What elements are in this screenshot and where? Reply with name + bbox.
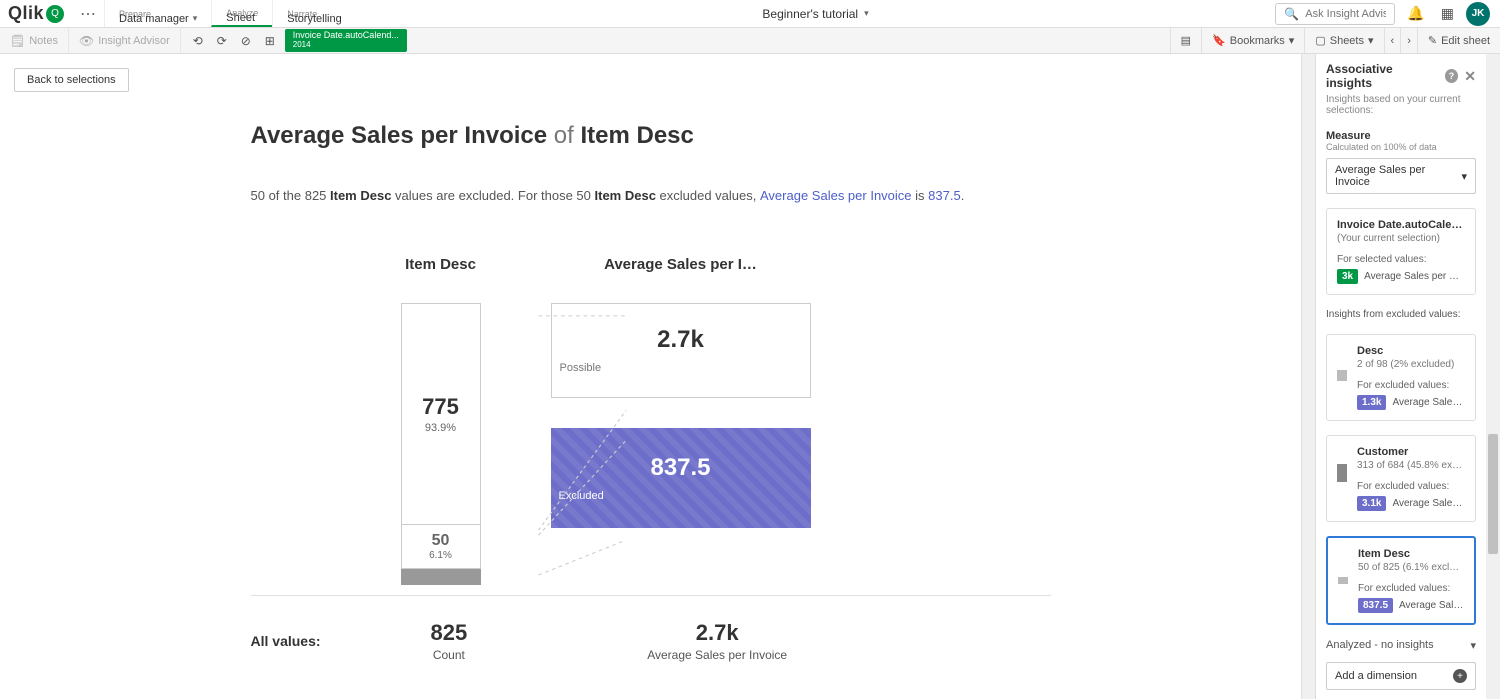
- value-badge: 3k: [1337, 269, 1358, 284]
- insight-card-desc[interactable]: Desc 2 of 98 (2% excluded) For excluded …: [1326, 334, 1476, 421]
- nav-tabs: Prepare Data manager▾ Analyze Sheet Narr…: [104, 0, 356, 27]
- topbar: Qlik Q ⋯ Prepare Data manager▾ Analyze S…: [0, 0, 1500, 28]
- selections-tool-icon[interactable]: ▤: [1170, 28, 1201, 53]
- dimension-bar: 775 93.9% 50 6.1%: [401, 303, 481, 569]
- main-scrollbar[interactable]: [1301, 54, 1315, 699]
- main-content: Back to selections Average Sales per Inv…: [0, 54, 1301, 699]
- smart-search-icon[interactable]: ⊞: [261, 32, 279, 50]
- note-icon: 🗒: [10, 34, 25, 48]
- divider: [251, 595, 1051, 596]
- prev-sheet-button[interactable]: ‹: [1384, 28, 1401, 53]
- search-icon: 🔍: [1284, 7, 1299, 21]
- panel-scrollbar[interactable]: [1486, 54, 1500, 699]
- col-head-measure: Average Sales per I…: [551, 256, 811, 273]
- current-selection-card[interactable]: Invoice Date.autoCalen… (Your current se…: [1326, 208, 1476, 295]
- insight-card-customer[interactable]: Customer 313 of 684 (45.8% exclud… For e…: [1326, 435, 1476, 522]
- eye-icon: 👁: [79, 34, 94, 48]
- excluded-value-box[interactable]: 837.5 Excluded: [551, 428, 811, 528]
- panel-subtitle: Insights based on your current selection…: [1326, 94, 1476, 116]
- bell-icon[interactable]: 🔔: [1403, 1, 1428, 26]
- measure-sublabel: Calculated on 100% of data: [1326, 142, 1476, 152]
- pencil-icon: ✎: [1428, 34, 1437, 47]
- logo-icon: Q: [46, 5, 64, 23]
- possible-value-box[interactable]: 2.7k Possible: [551, 303, 811, 398]
- chevron-down-icon: ▾: [1461, 170, 1467, 183]
- search-input-wrap[interactable]: 🔍: [1275, 3, 1395, 25]
- all-avg: 2.7k Average Sales per Invoice: [647, 620, 787, 662]
- bar-cap: [401, 569, 481, 585]
- all-count: 825 Count: [431, 620, 468, 662]
- page-title: Average Sales per Invoice of Item Desc: [251, 122, 1051, 150]
- step-forward-icon[interactable]: ⟳: [213, 32, 231, 50]
- chevron-down-icon: ▾: [864, 8, 869, 19]
- bookmark-icon: 🔖: [1212, 34, 1226, 47]
- next-sheet-button[interactable]: ›: [1400, 28, 1417, 53]
- main: Back to selections Average Sales per Inv…: [0, 54, 1500, 699]
- insight-card-item-desc[interactable]: Item Desc 50 of 825 (6.1% excluded) For …: [1326, 536, 1476, 625]
- app-title[interactable]: Beginner's tutorial ▾: [356, 7, 1276, 21]
- measure-select[interactable]: Average Sales per Invoice ▾: [1326, 158, 1476, 194]
- panel-header: Associative insights ? ✕: [1326, 62, 1476, 90]
- chevron-down-icon: ▾: [1470, 639, 1476, 652]
- value-badge: 837.5: [1358, 598, 1393, 613]
- sparkline-icon: [1337, 345, 1347, 381]
- analyzed-toggle[interactable]: Analyzed - no insights ▾: [1326, 639, 1476, 652]
- chevron-down-icon: ▾: [1289, 34, 1295, 47]
- chevron-down-icon: ▾: [193, 13, 198, 24]
- edit-sheet-button[interactable]: ✎ Edit sheet: [1417, 28, 1500, 53]
- logo-text: Qlik: [8, 3, 44, 24]
- selection-chip[interactable]: Invoice Date.autoCalend... 2014: [285, 29, 407, 52]
- value-badge: 1.3k: [1357, 395, 1386, 410]
- back-to-selections-button[interactable]: Back to selections: [14, 68, 129, 92]
- nav-tab-analyze[interactable]: Analyze Sheet: [211, 0, 272, 27]
- logo[interactable]: Qlik Q: [0, 3, 72, 24]
- bookmarks-button[interactable]: 🔖 Bookmarks ▾: [1201, 28, 1304, 53]
- bar-segment-possible[interactable]: 775 93.9%: [402, 304, 480, 524]
- apps-grid-icon[interactable]: ▦: [1437, 1, 1458, 26]
- avatar[interactable]: JK: [1466, 2, 1490, 26]
- selection-toolbar: ⟲ ⟳ ⊘ ⊞ Invoice Date.autoCalend... 2014: [181, 29, 415, 52]
- help-icon[interactable]: ?: [1445, 69, 1459, 83]
- scroll-thumb[interactable]: [1488, 434, 1498, 554]
- toolbar: 🗒 Notes 👁 Insight Advisor ⟲ ⟳ ⊘ ⊞ Invoic…: [0, 28, 1500, 54]
- plus-icon: +: [1453, 669, 1467, 683]
- sparkline-icon: [1338, 548, 1348, 584]
- step-back-icon[interactable]: ⟲: [189, 32, 207, 50]
- add-dimension-button[interactable]: Add a dimension +: [1326, 662, 1476, 690]
- nav-tab-narrate[interactable]: Narrate Storytelling: [272, 0, 355, 27]
- measure-label: Measure: [1326, 130, 1476, 142]
- sheets-button[interactable]: ▢ Sheets ▾: [1304, 28, 1383, 53]
- description: 50 of the 825 Item Desc values are exclu…: [251, 186, 1051, 206]
- notes-button[interactable]: 🗒 Notes: [0, 28, 69, 53]
- insights-panel: Associative insights ? ✕ Insights based …: [1315, 54, 1500, 699]
- more-icon[interactable]: ⋯: [72, 4, 104, 24]
- clear-selection-icon[interactable]: ⊘: [237, 32, 255, 50]
- excluded-insights-header: Insights from excluded values:: [1326, 309, 1476, 320]
- insight-chart: Item Desc 775 93.9% 50 6.1%: [251, 256, 1051, 585]
- bar-segment-excluded[interactable]: 50 6.1%: [402, 524, 480, 568]
- all-values-row: All values: 825 Count 2.7k Average Sales…: [251, 620, 1051, 662]
- sparkline-icon: [1337, 446, 1347, 482]
- close-icon[interactable]: ✕: [1464, 68, 1476, 85]
- nav-tab-prepare[interactable]: Prepare Data manager▾: [104, 0, 211, 27]
- value-badge: 3.1k: [1357, 496, 1386, 511]
- search-input[interactable]: [1305, 8, 1386, 20]
- chevron-down-icon: ▾: [1368, 34, 1374, 47]
- col-head-dimension: Item Desc: [351, 256, 531, 273]
- sheets-icon: ▢: [1315, 34, 1325, 47]
- insight-advisor-button[interactable]: 👁 Insight Advisor: [69, 28, 181, 53]
